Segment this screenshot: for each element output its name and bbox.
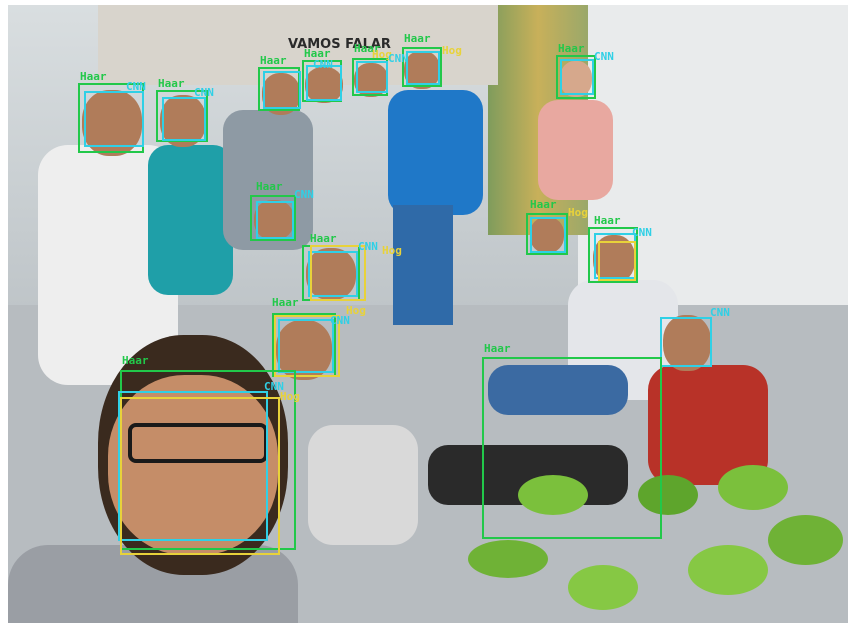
haar-label: Haar [404, 32, 431, 45]
cnn-label: CNN [710, 306, 730, 319]
person-blue-shirt [388, 90, 483, 215]
cnn-box [530, 217, 566, 253]
haar-label: Haar [272, 296, 299, 309]
group-selfie-photo: VAMOS FALAR Haar CNN Haar CNN Haar Haar … [8, 5, 848, 623]
haar-label: Haar [256, 180, 283, 193]
cnn-label: CNN [126, 80, 146, 93]
hog-box [120, 397, 280, 555]
cnn-label: CNN [330, 314, 350, 327]
hog-box [598, 241, 636, 281]
cnn-label: CNN [632, 226, 652, 239]
haar-label: Haar [558, 42, 585, 55]
haar-label: Haar [594, 214, 621, 227]
cnn-box [256, 201, 294, 239]
haar-label: Haar [260, 54, 287, 67]
cnn-label: CNN [358, 240, 378, 253]
cnn-box [356, 61, 388, 93]
hog-label: Hog [280, 390, 300, 403]
person-blue-jeans [393, 205, 453, 325]
cnn-label: CNN [594, 50, 614, 63]
haar-label: Haar [80, 70, 107, 83]
cnn-box [263, 71, 301, 109]
cnn-label: CNN [388, 52, 408, 65]
person-teal-shirt [148, 145, 233, 295]
figure: VAMOS FALAR Haar CNN Haar CNN Haar Haar … [0, 0, 854, 629]
haar-label: Haar [530, 198, 557, 211]
hog-box [310, 245, 366, 301]
cnn-box [560, 59, 594, 95]
haar-label: Haar [310, 232, 337, 245]
cnn-label: CNN [313, 58, 333, 71]
cnn-box [406, 51, 440, 85]
cnn-box [84, 91, 144, 147]
cnn-label: CNN [294, 188, 314, 201]
hog-label: Hog [442, 44, 462, 57]
haar-label: Haar [158, 77, 185, 90]
cnn-label: CNN [194, 86, 214, 99]
haar-label: Haar [484, 342, 511, 355]
person-pink-shirt [538, 100, 613, 200]
haar-label: Haar [122, 354, 149, 367]
hog-label: Hog [382, 244, 402, 257]
person-center-sitting [308, 425, 418, 545]
cnn-box [660, 317, 712, 367]
hog-label: Hog [568, 206, 588, 219]
cnn-box [162, 97, 206, 141]
haar-box [482, 357, 662, 539]
